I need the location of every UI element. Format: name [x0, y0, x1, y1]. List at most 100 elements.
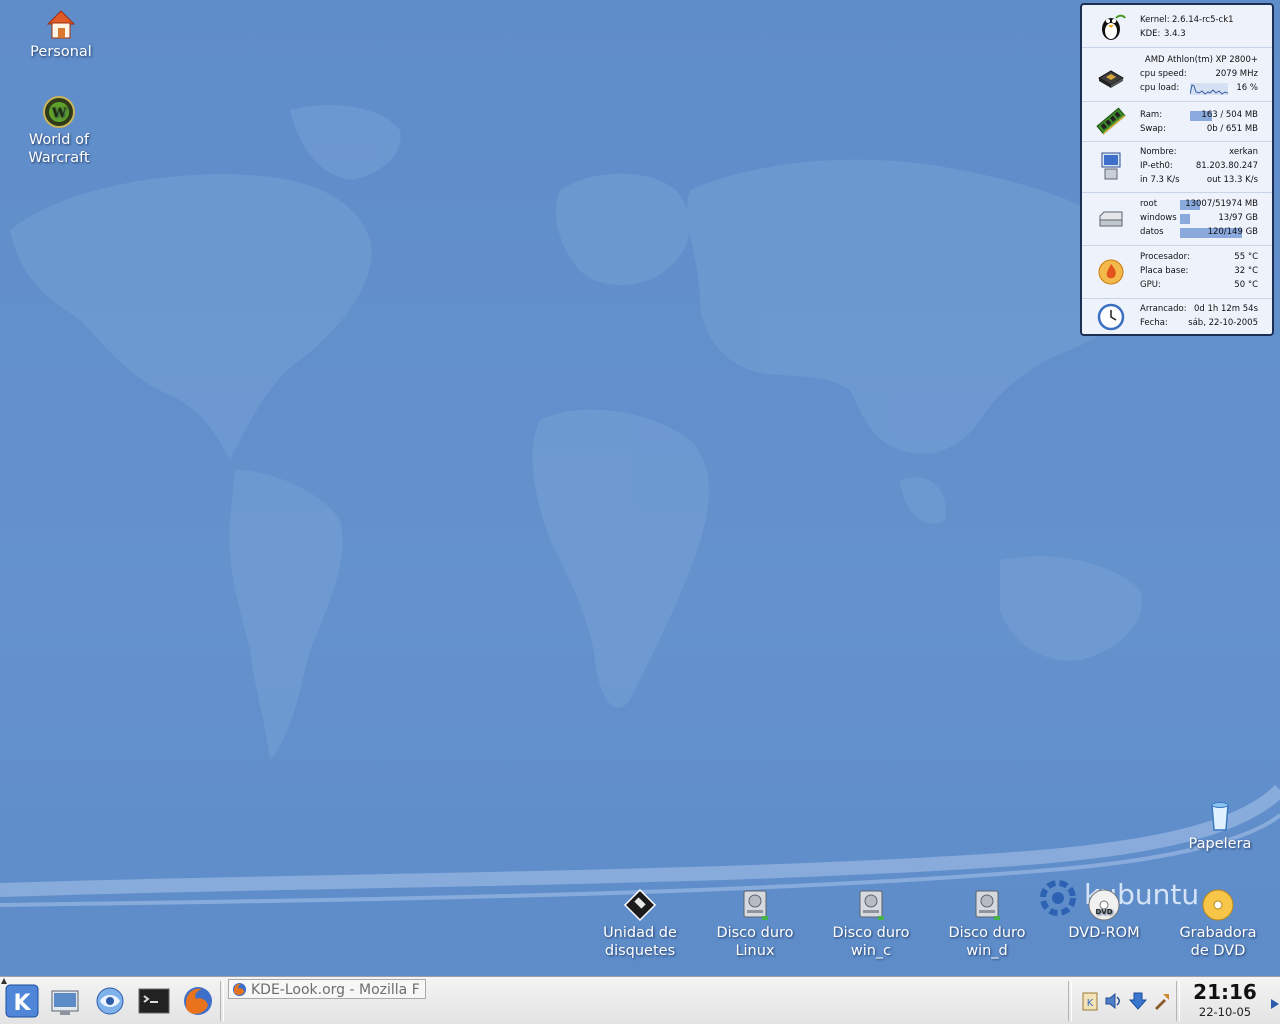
hostname-label: Nombre: — [1140, 147, 1177, 157]
swap-row: Swap: 0b / 651 MB — [1140, 124, 1258, 136]
disk-label: datos — [1140, 227, 1164, 237]
clock-time: 21:16 — [1193, 980, 1257, 1004]
desktop-icon-label-line2: Warcraft — [28, 150, 90, 166]
firefox-icon — [232, 982, 247, 997]
desktop-icon-label-line2: de DVD — [1190, 943, 1246, 959]
tux-icon — [1102, 14, 1126, 40]
temp-row-cpu: Procesador: 55 °C — [1140, 252, 1258, 264]
desktop-icon-label: Papelera — [1188, 836, 1252, 852]
desktop-icon-trash[interactable]: Papelera — [1165, 799, 1275, 853]
taskbar-expand-arrow-icon[interactable] — [1271, 999, 1279, 1009]
terminal-launcher[interactable] — [136, 983, 172, 1019]
cpu-speed-value: 2079 MHz — [1215, 69, 1258, 79]
uptime-row: Arrancado: 0d 1h 12m 54s — [1140, 304, 1258, 316]
desktop-icon-label-line1: Disco duro — [832, 925, 910, 941]
clock-icon — [1097, 303, 1125, 331]
hard-drive-icon — [743, 890, 768, 920]
taskbar-clock[interactable]: 21:16 22-10-05 — [1180, 979, 1270, 1023]
ip-value: 81.203.80.247 — [1195, 161, 1258, 171]
show-desktop-button[interactable] — [48, 983, 84, 1019]
monitor-section-uptime: Arrancado: 0d 1h 12m 54s Fecha: sáb, 22-… — [1082, 299, 1272, 334]
svg-text:K: K — [1087, 998, 1094, 1009]
desktop-icon-disk-win-d[interactable]: Disco duro win_d — [932, 888, 1042, 960]
desktop-icon-personal[interactable]: Personal — [6, 7, 116, 61]
cpu-speed-label: cpu speed: — [1140, 69, 1187, 79]
desktop-icon-label-line1: DVD-ROM — [1068, 925, 1140, 941]
cpu-model-row: AMD Athlon(tm) XP 2800+ — [1140, 55, 1258, 67]
hard-drive-icon — [859, 890, 884, 920]
kernel-value: 2.6.14-rc5-ck1 — [1172, 15, 1234, 25]
disk-row-windows: windows 13/97 GB — [1140, 213, 1258, 225]
desktop-icon — [51, 990, 79, 1015]
desktop-icon-label-line2: disquetes — [604, 943, 676, 959]
temp-row-board: Placa base: 32 °C — [1140, 266, 1258, 278]
tray-volume[interactable] — [1104, 991, 1124, 1011]
clock-date: 22-10-05 — [1198, 1005, 1252, 1019]
desktop-icon-world-of-warcraft[interactable]: W World of Warcraft — [4, 95, 114, 167]
tray-kde-tools[interactable] — [1152, 991, 1172, 1011]
firefox-launcher[interactable] — [180, 983, 216, 1019]
traffic-out: out 13.3 K/s — [1206, 175, 1258, 185]
monitor-section-system: Kernel: 2.6.14-rc5-ck1 KDE: 3.4.3 — [1082, 5, 1272, 48]
volume-icon — [1105, 992, 1120, 1010]
date-label: Fecha: — [1140, 318, 1168, 328]
taskbar-window-button[interactable]: KDE-Look.org - Mozilla F — [228, 979, 426, 999]
desktop-icon-dvd-rom[interactable]: DVD DVD-ROM — [1049, 888, 1159, 942]
home-icon — [46, 10, 76, 39]
kde-menu-button[interactable]: K — [4, 983, 40, 1019]
temp-label: Placa base: — [1140, 266, 1189, 276]
monitor-section-memory: Ram: 163 / 504 MB Swap: 0b / 651 MB — [1082, 102, 1272, 142]
desktop-icon-label-line1: Disco duro — [948, 925, 1026, 941]
disk-label: windows — [1140, 213, 1177, 223]
cpu-load-row: cpu load: 16 % — [1140, 83, 1258, 95]
tray-klipper[interactable]: K — [1080, 991, 1100, 1011]
desktop-icon-disk-win-c[interactable]: Disco duro win_c — [816, 888, 926, 960]
temp-label: Procesador: — [1140, 252, 1190, 262]
disk-row-datos: datos 120/149 GB — [1140, 227, 1258, 239]
desktop-icon-label-line2: Linux — [735, 943, 775, 959]
desktop-icon-floppy[interactable]: Unidad de disquetes — [585, 888, 695, 960]
cpu-model: AMD Athlon(tm) XP 2800+ — [1144, 55, 1258, 65]
date-row: Fecha: sáb, 22-10-2005 — [1140, 318, 1258, 330]
kde-value: 3.4.3 — [1164, 29, 1186, 39]
taskbar-window-title: KDE-Look.org - Mozilla F — [251, 982, 420, 998]
swap-value: 0b / 651 MB — [1206, 124, 1258, 134]
temp-value: 50 °C — [1234, 280, 1258, 290]
kde-label: KDE: — [1140, 29, 1161, 39]
desktop-icon-label-line2: win_d — [966, 943, 1008, 959]
dvd-burner-icon — [1202, 889, 1234, 921]
disk-usage-bar — [1180, 214, 1190, 224]
temp-row-gpu: GPU: 50 °C — [1140, 280, 1258, 292]
update-icon — [1128, 992, 1148, 1010]
floppy-icon — [623, 888, 657, 922]
konqueror-icon — [96, 987, 124, 1015]
ram-label: Ram: — [1140, 110, 1163, 120]
temp-label: GPU: — [1140, 280, 1161, 290]
ip-label: IP-eth0: — [1140, 161, 1173, 171]
temp-value: 55 °C — [1234, 252, 1258, 262]
desktop-icon-label-line1: Unidad de — [603, 925, 677, 941]
warcraft-icon: W — [43, 96, 75, 128]
hard-drive-icon — [975, 890, 1000, 920]
svg-text:W: W — [51, 106, 67, 121]
kernel-label: Kernel: — [1140, 15, 1170, 25]
network-computer-icon — [1101, 152, 1121, 180]
desktop-icon-dvd-burner[interactable]: Grabadora de DVD — [1163, 888, 1273, 960]
trash-icon — [1211, 802, 1229, 831]
uptime-label: Arrancado: — [1140, 304, 1187, 314]
monitor-section-cpu: AMD Athlon(tm) XP 2800+ cpu speed: 2079 … — [1082, 48, 1272, 102]
konqueror-launcher[interactable] — [92, 983, 128, 1019]
firefox-icon — [184, 987, 212, 1015]
tray-update-notifier[interactable] — [1128, 991, 1148, 1011]
kde-menu-icon: K — [5, 984, 39, 1018]
svg-text:K: K — [13, 991, 31, 1016]
hostname-value: xerkan — [1229, 147, 1258, 157]
cpu-load-graph — [1190, 83, 1228, 95]
desktop-icon-disk-linux[interactable]: Disco duro Linux — [700, 888, 810, 960]
dvd-icon: DVD — [1088, 889, 1120, 921]
monitor-section-disks: root 13007/51974 MB windows 13/97 GB dat… — [1082, 193, 1272, 246]
cpu-speed-row: cpu speed: 2079 MHz — [1140, 69, 1258, 81]
traffic-in: in 7.3 K/s — [1140, 175, 1180, 185]
disk-drive-icon — [1099, 211, 1123, 227]
terminal-icon — [138, 988, 170, 1014]
